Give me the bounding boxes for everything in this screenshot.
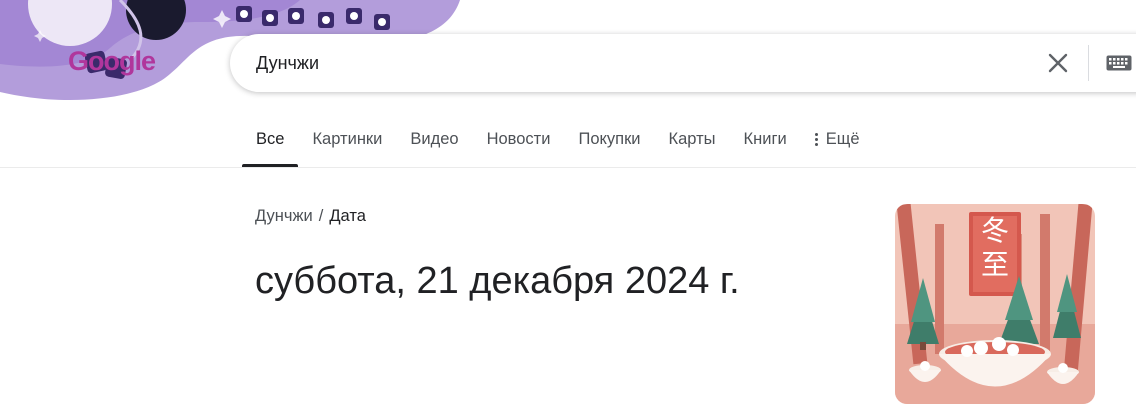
more-vert-icon — [814, 133, 818, 146]
tab-label: Видео — [410, 130, 459, 148]
tab-more[interactable]: Ещё — [801, 118, 874, 166]
tab-all[interactable]: Все — [242, 118, 299, 167]
tab-label: Карты — [668, 130, 716, 148]
keyboard-icon — [1106, 55, 1132, 71]
close-icon — [1048, 53, 1068, 73]
tab-label: Новости — [486, 130, 551, 148]
tab-label: Покупки — [578, 130, 641, 148]
tab-label: Картинки — [312, 130, 383, 148]
search-results-page: Google Дунчжи Все Картинки Видео Новости… — [0, 0, 1136, 418]
tab-label: Ещё — [825, 130, 860, 148]
thumbnail-characters: 冬至 — [980, 214, 1009, 281]
search-tabs: Все Картинки Видео Новости Покупки Карты… — [242, 118, 874, 168]
google-logo-text: Google — [68, 46, 156, 76]
tab-shopping[interactable]: Покупки — [564, 118, 654, 166]
search-box — [230, 34, 1136, 92]
search-input[interactable] — [256, 34, 1016, 92]
breadcrumb-separator: / — [318, 207, 324, 225]
search-box-divider — [1088, 45, 1089, 81]
answer-breadcrumb: Дунчжи / Дата — [255, 207, 366, 226]
tab-maps[interactable]: Карты — [655, 118, 730, 166]
breadcrumb-topic[interactable]: Дунчжи — [255, 207, 313, 226]
tab-images[interactable]: Картинки — [298, 118, 396, 166]
breadcrumb-attribute: Дата — [329, 207, 366, 225]
tab-videos[interactable]: Видео — [396, 118, 472, 166]
clear-search-button[interactable] — [1042, 47, 1074, 79]
keyboard-button[interactable] — [1104, 51, 1134, 75]
tab-news[interactable]: Новости — [473, 118, 565, 166]
answer-thumbnail[interactable]: 冬至 — [895, 204, 1095, 404]
tab-books[interactable]: Книги — [730, 118, 801, 166]
tab-label: Книги — [743, 130, 787, 148]
answer-date: суббота, 21 декабря 2024 г. — [255, 260, 740, 302]
tabs-divider — [0, 167, 1136, 168]
tab-label: Все — [256, 130, 285, 148]
